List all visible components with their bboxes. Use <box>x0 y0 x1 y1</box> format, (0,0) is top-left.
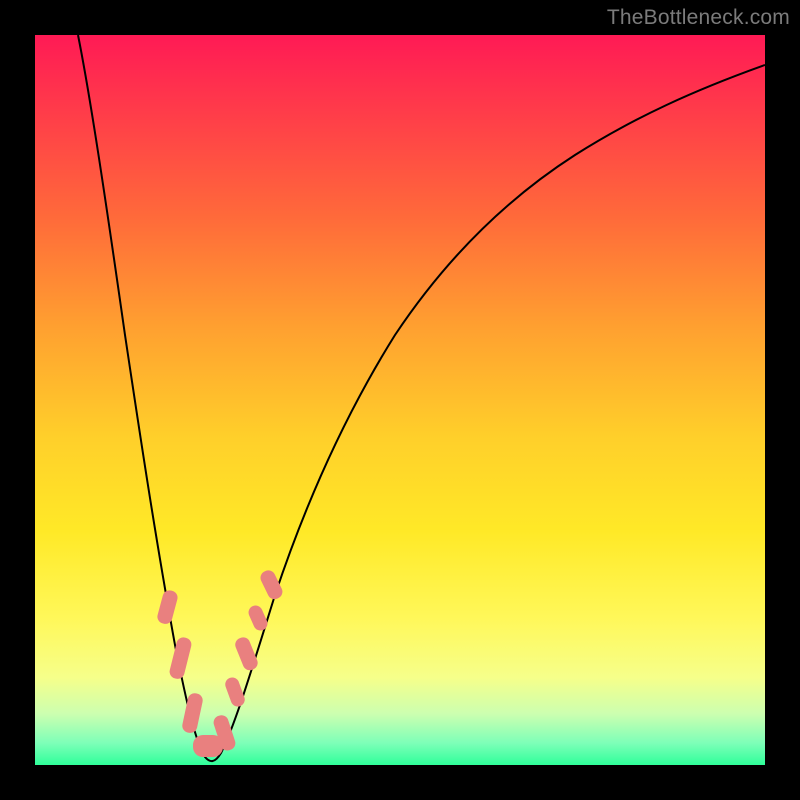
watermark-text: TheBottleneck.com <box>607 6 790 30</box>
chart-frame: TheBottleneck.com <box>0 0 800 800</box>
highlight-markers <box>156 568 285 757</box>
bottleneck-curve <box>35 35 765 765</box>
plot-area <box>35 35 765 765</box>
